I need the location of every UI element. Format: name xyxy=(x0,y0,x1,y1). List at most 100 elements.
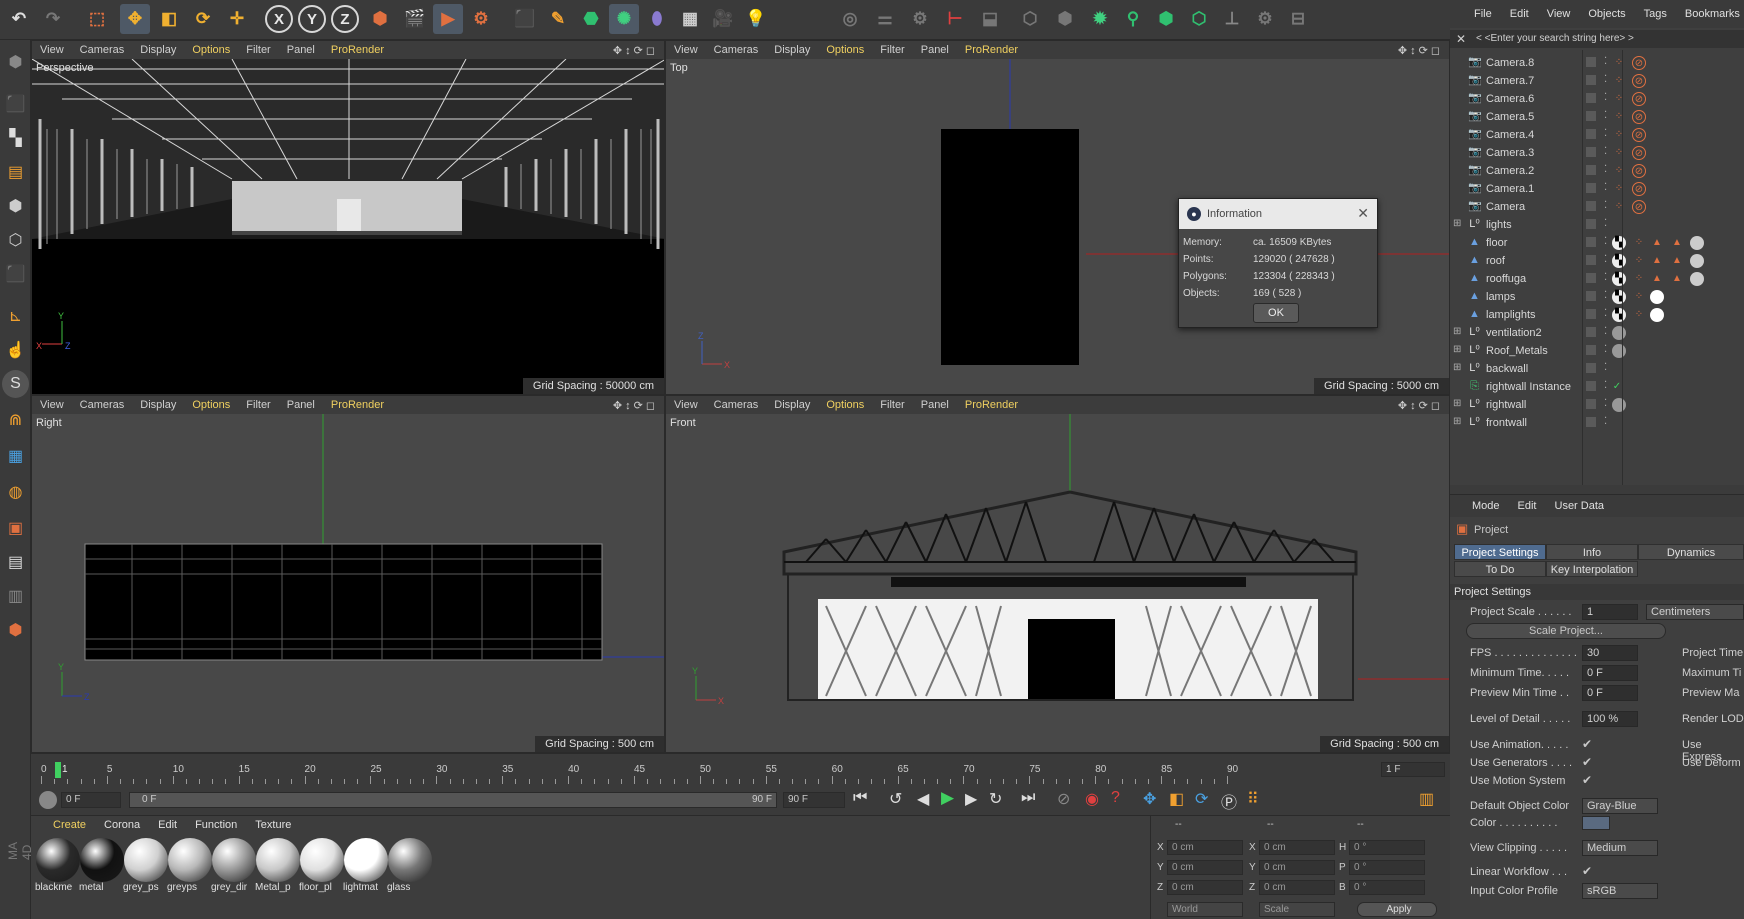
go-to-start-icon[interactable]: ⏮ xyxy=(853,789,867,807)
move-tool-icon[interactable]: ✥ xyxy=(120,4,150,34)
visibility-toggle[interactable] xyxy=(1586,165,1596,175)
polygons-mode-icon[interactable]: ✹ xyxy=(1085,4,1115,34)
menu-options[interactable]: Options xyxy=(192,399,230,411)
editor-render-dots[interactable]: ⁚ xyxy=(1604,416,1607,427)
menu-prorender[interactable]: ProRender xyxy=(965,44,1018,56)
expand-icon[interactable]: ⊞ xyxy=(1453,362,1461,373)
current-frame-field[interactable]: 1 F xyxy=(1381,762,1445,777)
editor-render-dots[interactable]: ⁚ xyxy=(1604,92,1607,103)
material-item[interactable]: floor_pl xyxy=(299,838,345,896)
object-row[interactable]: ⊞ L⁰ lights ⁚ xyxy=(1450,215,1744,235)
object-row[interactable]: 📷 Camera ⁚ ⁘ ⊘ xyxy=(1450,197,1744,217)
end-frame-field[interactable]: 90 F xyxy=(783,792,845,808)
polygons-icon[interactable]: ⬛ xyxy=(2,260,29,288)
light-object-icon[interactable]: 💡 xyxy=(741,4,771,34)
material-tag-icon[interactable] xyxy=(1612,326,1626,340)
size-y-field[interactable]: 0 cm xyxy=(1259,860,1335,875)
visibility-toggle[interactable] xyxy=(1586,381,1596,391)
viewport-right[interactable]: View Cameras Display Options Filter Pane… xyxy=(31,395,665,753)
editor-render-dots[interactable]: ⁚ xyxy=(1604,272,1607,283)
position-z-field[interactable]: 0 cm xyxy=(1167,880,1243,895)
preview-range-slider[interactable]: 0 F 90 F xyxy=(129,792,777,808)
expand-icon[interactable]: ⊞ xyxy=(1453,344,1461,355)
visibility-toggle[interactable] xyxy=(1586,219,1596,229)
material-item[interactable]: blackme xyxy=(35,838,81,896)
texture-mode-icon[interactable]: ⬢ xyxy=(1151,4,1181,34)
texture-mode-icon[interactable]: ▚ xyxy=(2,124,29,152)
visibility-toggle[interactable] xyxy=(1586,273,1596,283)
menu-cameras[interactable]: Cameras xyxy=(714,399,759,411)
protection-tag-icon[interactable]: ⊘ xyxy=(1632,128,1646,142)
menu-function[interactable]: Function xyxy=(195,819,237,831)
editor-render-dots[interactable]: ⁚ xyxy=(1604,74,1607,85)
input-color-dropdown[interactable]: sRGB xyxy=(1582,883,1658,899)
phong-tag-icon[interactable]: ⁘ xyxy=(1632,308,1646,322)
linear-workflow-checkbox[interactable]: ✔ xyxy=(1582,864,1592,878)
texture-tag-icon[interactable]: ▚ xyxy=(1612,308,1626,322)
texture-tag-icon[interactable]: ▚ xyxy=(1612,272,1626,286)
editor-render-dots[interactable]: ⁚ xyxy=(1604,182,1607,193)
render-settings-icon[interactable]: ⚙ xyxy=(466,4,496,34)
tab-info[interactable]: Info xyxy=(1546,544,1638,560)
menu-corona[interactable]: Corona xyxy=(104,819,140,831)
key-scale-icon[interactable]: ◧ xyxy=(1169,789,1184,809)
material-item[interactable]: grey_dir xyxy=(211,838,257,896)
layout-icon[interactable]: ⊟ xyxy=(1283,4,1313,34)
menu-panel[interactable]: Panel xyxy=(921,44,949,56)
camera-tag-icon[interactable]: ⁘ xyxy=(1612,182,1626,196)
scripts-icon[interactable]: ⬢ xyxy=(2,616,29,644)
editor-render-dots[interactable]: ⁚ xyxy=(1604,362,1607,373)
camera-tag-icon[interactable]: ⁘ xyxy=(1612,200,1626,214)
playhead[interactable] xyxy=(55,762,61,778)
protection-tag-icon[interactable]: ⊘ xyxy=(1632,164,1646,178)
editor-render-dots[interactable]: ⁚ xyxy=(1604,326,1607,337)
next-frame-icon[interactable]: ▶ xyxy=(965,789,977,809)
menu-tags[interactable]: Tags xyxy=(1644,8,1667,20)
axis-mode-icon[interactable]: ⊢ xyxy=(940,4,970,34)
material-tag-icon[interactable] xyxy=(1650,308,1664,322)
menu-display[interactable]: Display xyxy=(774,44,810,56)
visibility-toggle[interactable] xyxy=(1586,57,1596,67)
menu-view[interactable]: View xyxy=(40,44,64,56)
warning-tag-icon[interactable]: ▲ xyxy=(1670,236,1684,250)
texture-tag-icon[interactable]: ▚ xyxy=(1612,236,1626,250)
transform-tool-icon[interactable]: ✛ xyxy=(222,4,252,34)
menu-edit[interactable]: Edit xyxy=(158,819,177,831)
tab-to-do[interactable]: To Do xyxy=(1454,561,1546,577)
object-row[interactable]: ▲ lamps ⁚ ▚ ⁘ xyxy=(1450,287,1744,307)
menu-cameras[interactable]: Cameras xyxy=(714,44,759,56)
material-tag-icon[interactable] xyxy=(1612,398,1626,412)
editor-render-dots[interactable]: ⁚ xyxy=(1604,290,1607,301)
object-row[interactable]: 📷 Camera.4 ⁚ ⁘ ⊘ xyxy=(1450,125,1744,145)
tab-dynamics[interactable]: Dynamics xyxy=(1638,544,1744,560)
color-swatch[interactable] xyxy=(1582,816,1610,830)
object-row[interactable]: ▲ lamplights ⁚ ▚ ⁘ xyxy=(1450,305,1744,325)
uv-mode-icon[interactable]: ⚲ xyxy=(1118,4,1148,34)
use-generators-checkbox[interactable]: ✔ xyxy=(1582,755,1592,769)
menu-bookmarks[interactable]: Bookmarks xyxy=(1685,8,1740,20)
visibility-toggle[interactable] xyxy=(1586,399,1596,409)
fps-field[interactable]: 30 xyxy=(1582,645,1638,661)
rotation-h-field[interactable]: 0 ° xyxy=(1349,840,1425,855)
menu-create[interactable]: Create xyxy=(53,819,86,831)
visibility-toggle[interactable] xyxy=(1586,147,1596,157)
rotate-tool-icon[interactable]: ⟳ xyxy=(188,4,218,34)
menu-panel[interactable]: Panel xyxy=(921,399,949,411)
tab-key-interpolation[interactable]: Key Interpolation xyxy=(1546,561,1638,577)
object-row[interactable]: ▲ rooffuga ⁚ ▚ ⁘ ▲ ▲ xyxy=(1450,269,1744,289)
object-row[interactable]: ⊞ L⁰ Roof_Metals ⁚ xyxy=(1450,341,1744,361)
material-tag-icon[interactable] xyxy=(1612,344,1626,358)
menu-filter[interactable]: Filter xyxy=(880,44,904,56)
ok-button[interactable]: OK xyxy=(1253,303,1299,323)
model-mode-icon[interactable]: ⬓ xyxy=(975,4,1005,34)
timeline-icon[interactable]: ▥ xyxy=(1419,789,1434,809)
menu-objects[interactable]: Objects xyxy=(1588,8,1625,20)
visibility-toggle[interactable] xyxy=(1586,75,1596,85)
viewport-nav-icons[interactable]: ✥↕⟳◻ xyxy=(613,44,658,57)
menu-view[interactable]: View xyxy=(674,44,698,56)
material-item[interactable]: lightmat xyxy=(343,838,389,896)
undo-icon[interactable]: ↶ xyxy=(4,4,34,34)
warning-tag-icon[interactable]: ▲ xyxy=(1650,272,1664,286)
material-item[interactable]: glass xyxy=(387,838,433,896)
sculpt-icon[interactable]: ⚙ xyxy=(1250,4,1280,34)
